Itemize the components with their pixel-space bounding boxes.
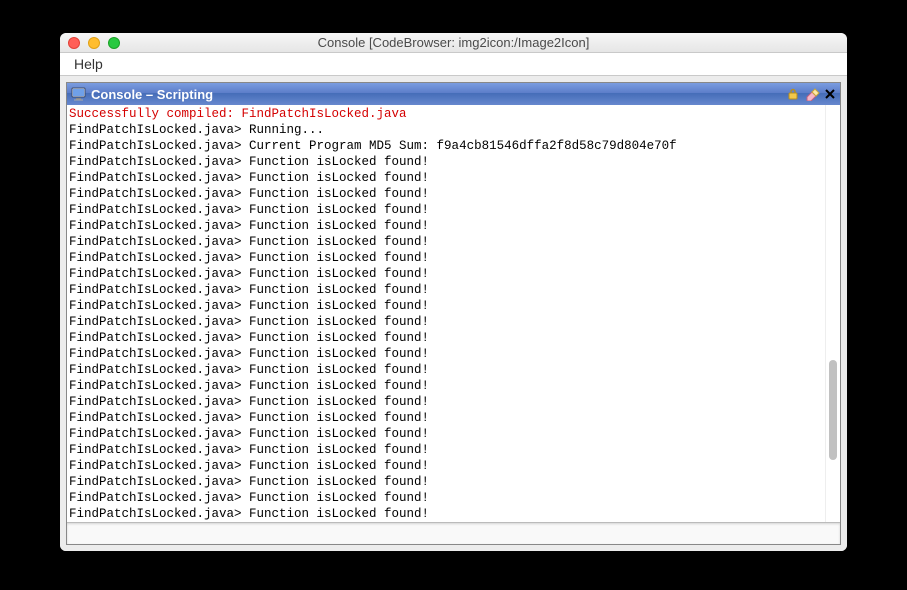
console-line: FindPatchIsLocked.java> Function isLocke… <box>69 426 823 442</box>
console-input[interactable] <box>67 523 840 544</box>
console-line: FindPatchIsLocked.java> Function isLocke… <box>69 314 823 330</box>
console-line: FindPatchIsLocked.java> Function isLocke… <box>69 346 823 362</box>
console-line: FindPatchIsLocked.java> Function isLocke… <box>69 410 823 426</box>
console-input-row <box>67 522 840 544</box>
monitor-icon <box>71 87 86 101</box>
menubar: Help <box>60 53 847 76</box>
console-line: FindPatchIsLocked.java> Function isLocke… <box>69 298 823 314</box>
console-window: Console [CodeBrowser: img2icon:/Image2Ic… <box>60 33 847 551</box>
console-line: FindPatchIsLocked.java> Function isLocke… <box>69 202 823 218</box>
content-area: Console – Scripting <box>60 76 847 551</box>
console-line: FindPatchIsLocked.java> Function isLocke… <box>69 266 823 282</box>
panel-header: Console – Scripting <box>67 83 840 105</box>
console-line: FindPatchIsLocked.java> Function isLocke… <box>69 234 823 250</box>
console-line: FindPatchIsLocked.java> Function isLocke… <box>69 186 823 202</box>
titlebar[interactable]: Console [CodeBrowser: img2icon:/Image2Ic… <box>60 33 847 53</box>
window-title: Console [CodeBrowser: img2icon:/Image2Ic… <box>60 35 847 50</box>
console-line: FindPatchIsLocked.java> Function isLocke… <box>69 250 823 266</box>
console-line: FindPatchIsLocked.java> Function isLocke… <box>69 154 823 170</box>
console-panel: Console – Scripting <box>66 82 841 545</box>
console-line: FindPatchIsLocked.java> Function isLocke… <box>69 362 823 378</box>
console-line: FindPatchIsLocked.java> Function isLocke… <box>69 490 823 506</box>
console-line: FindPatchIsLocked.java> Function isLocke… <box>69 506 823 522</box>
traffic-lights <box>68 37 120 49</box>
console-line: FindPatchIsLocked.java> Function isLocke… <box>69 218 823 234</box>
close-panel-icon[interactable] <box>824 88 836 100</box>
console-line: FindPatchIsLocked.java> Function isLocke… <box>69 394 823 410</box>
vertical-scrollbar[interactable] <box>825 105 840 522</box>
console-line: FindPatchIsLocked.java> Function isLocke… <box>69 442 823 458</box>
console-line: FindPatchIsLocked.java> Function isLocke… <box>69 170 823 186</box>
console-line: FindPatchIsLocked.java> Function isLocke… <box>69 458 823 474</box>
console-line: FindPatchIsLocked.java> Function isLocke… <box>69 474 823 490</box>
console-body-wrap: Successfully compiled: FindPatchIsLocked… <box>67 105 840 522</box>
console-line: FindPatchIsLocked.java> Running... <box>69 122 823 138</box>
console-line: FindPatchIsLocked.java> Function isLocke… <box>69 330 823 346</box>
close-icon[interactable] <box>68 37 80 49</box>
console-output[interactable]: Successfully compiled: FindPatchIsLocked… <box>67 105 825 522</box>
console-line: Successfully compiled: FindPatchIsLocked… <box>69 106 823 122</box>
console-line: FindPatchIsLocked.java> Function isLocke… <box>69 378 823 394</box>
lock-icon[interactable] <box>786 87 800 101</box>
console-line: FindPatchIsLocked.java> Function isLocke… <box>69 282 823 298</box>
eraser-icon[interactable] <box>804 87 820 101</box>
scrollbar-thumb[interactable] <box>829 360 837 460</box>
zoom-icon[interactable] <box>108 37 120 49</box>
minimize-icon[interactable] <box>88 37 100 49</box>
console-line: FindPatchIsLocked.java> Current Program … <box>69 138 823 154</box>
panel-title: Console – Scripting <box>91 87 213 102</box>
menu-help[interactable]: Help <box>66 54 111 74</box>
